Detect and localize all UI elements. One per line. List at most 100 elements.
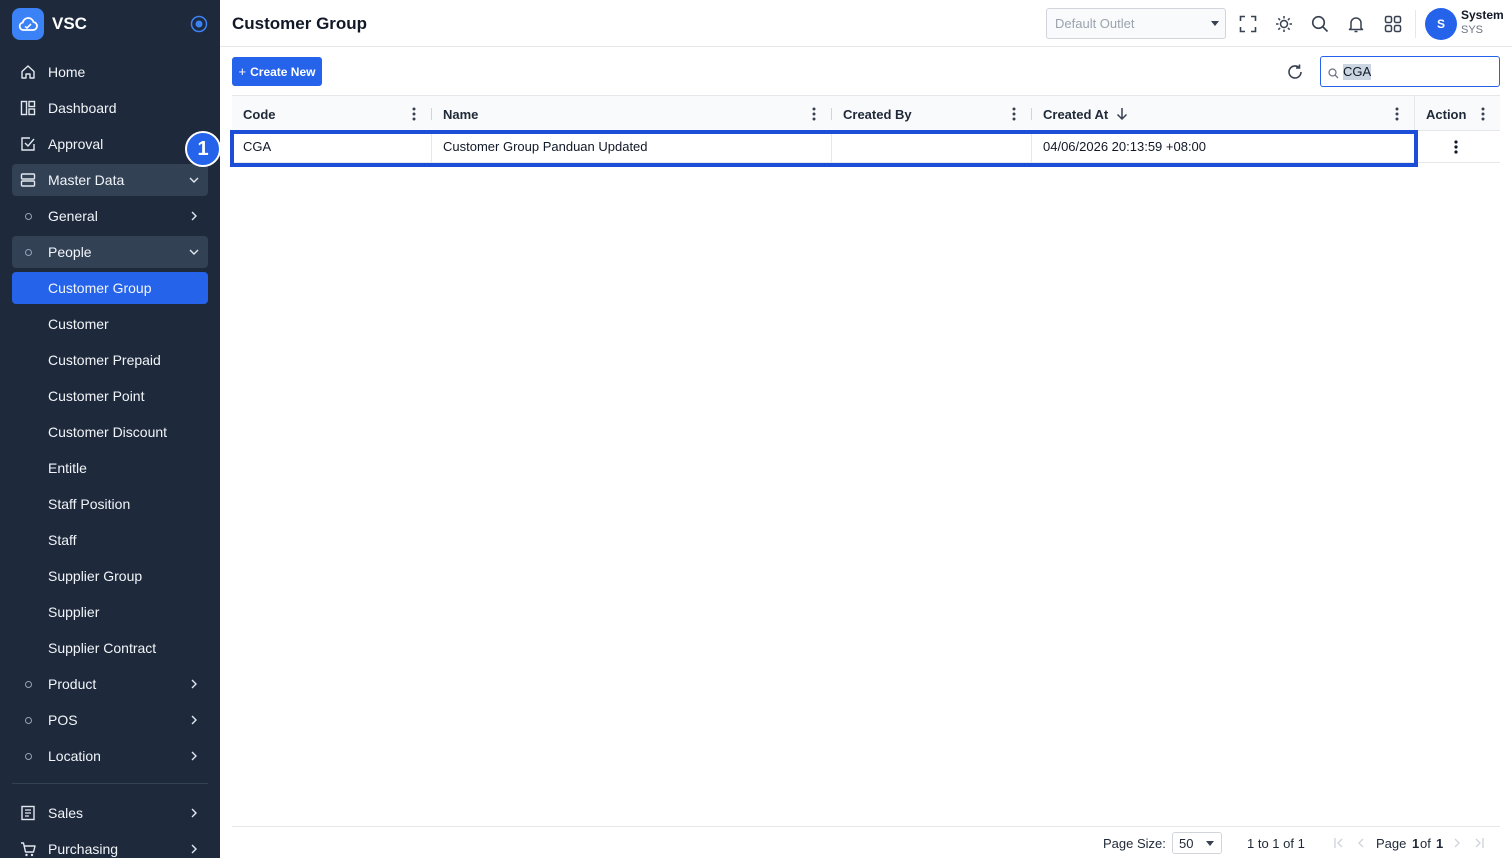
- refresh-icon[interactable]: [1285, 62, 1305, 82]
- checkbox-icon: [20, 136, 36, 152]
- chevron-right-icon: [188, 713, 200, 725]
- sidebar-item-supplier-contract[interactable]: Supplier Contract: [12, 632, 208, 664]
- cell-value: 04/06/2026 20:13:59 +08:00: [1043, 139, 1207, 154]
- sidebar-item-label: Location: [48, 748, 101, 764]
- column-menu-icon[interactable]: [1481, 107, 1485, 121]
- previous-page-icon[interactable]: [1354, 836, 1368, 850]
- chevron-down-icon: [188, 245, 200, 257]
- sidebar-item-general[interactable]: General: [12, 200, 208, 232]
- first-page-icon[interactable]: [1332, 836, 1346, 850]
- grid-header: Code Name Created By Created At Action: [232, 95, 1500, 131]
- total-pages: 1: [1436, 836, 1444, 851]
- sidebar-item-entitle[interactable]: Entitle: [12, 452, 208, 484]
- search-icon: [1328, 67, 1339, 79]
- data-grid: Code Name Created By Created At Action C…: [232, 95, 1500, 826]
- page-size-select[interactable]: 50: [1172, 832, 1222, 854]
- table-row[interactable]: CGA Customer Group Panduan Updated 04/06…: [232, 131, 1500, 163]
- sidebar-item-purchasing[interactable]: Purchasing: [12, 833, 208, 858]
- sidebar-item-label: Supplier Group: [48, 568, 143, 584]
- step-badge: 1: [185, 131, 221, 167]
- brand[interactable]: VSC: [12, 8, 208, 40]
- home-icon: [20, 64, 36, 80]
- search-box[interactable]: [1320, 56, 1500, 87]
- column-menu-icon[interactable]: [1395, 107, 1399, 121]
- chevron-right-icon: [188, 842, 200, 854]
- sidebar-item-pos[interactable]: POS: [12, 704, 208, 736]
- sidebar-item-staff[interactable]: Staff: [12, 524, 208, 556]
- sidebar-item-label: Customer Prepaid: [48, 352, 161, 368]
- search-icon[interactable]: [1310, 14, 1330, 34]
- sort-descending-icon[interactable]: [1116, 107, 1128, 121]
- apps-grid-icon[interactable]: [1383, 14, 1403, 34]
- sidebar-item-label: Entitle: [48, 460, 87, 476]
- sidebar-item-label: Customer Group: [48, 280, 152, 296]
- sidebar-item-master-data[interactable]: Master Data: [12, 164, 208, 196]
- chevron-down-icon: [188, 173, 200, 185]
- sidebar-item-supplier-group[interactable]: Supplier Group: [12, 560, 208, 592]
- bell-icon[interactable]: [1346, 14, 1366, 34]
- sidebar-item-customer[interactable]: Customer: [12, 308, 208, 340]
- column-header-label: Code: [243, 107, 276, 122]
- sidebar-item-sales[interactable]: Sales: [12, 797, 208, 829]
- create-new-button[interactable]: + Create New: [232, 57, 322, 86]
- sidebar-item-home[interactable]: Home: [12, 56, 208, 88]
- sidebar-item-label: Supplier Contract: [48, 640, 157, 656]
- create-new-label: Create New: [250, 64, 316, 79]
- sidebar-item-supplier[interactable]: Supplier: [12, 596, 208, 628]
- toolbar-separator: [1415, 10, 1416, 38]
- outlet-select[interactable]: Default Outlet: [1046, 8, 1226, 39]
- last-page-icon[interactable]: [1472, 836, 1486, 850]
- sidebar-item-staff-position[interactable]: Staff Position: [12, 488, 208, 520]
- page-title: Customer Group: [232, 14, 368, 33]
- row-action-menu-icon[interactable]: [1454, 140, 1458, 154]
- sidebar-item-label: Purchasing: [48, 841, 119, 857]
- row-range-summary: 1 to 1 of 1: [1247, 836, 1305, 851]
- cell-created-at[interactable]: 04/06/2026 20:13:59 +08:00: [1032, 131, 1415, 163]
- caret-down-icon: [1206, 841, 1214, 846]
- avatar[interactable]: S: [1425, 8, 1457, 40]
- sidebar-item-label: Staff Position: [48, 496, 131, 512]
- sidebar-item-approval[interactable]: Approval: [12, 128, 208, 160]
- sun-icon[interactable]: [1274, 14, 1294, 34]
- sidebar-item-people[interactable]: People: [12, 236, 208, 268]
- page-size-label: Page Size:: [1103, 836, 1166, 851]
- column-header-created-by[interactable]: Created By: [832, 96, 1032, 132]
- chevron-right-icon: [188, 749, 200, 761]
- sidebar-item-dashboard[interactable]: Dashboard: [12, 92, 208, 124]
- column-menu-icon[interactable]: [1012, 107, 1016, 121]
- sidebar-item-customer-point[interactable]: Customer Point: [12, 380, 208, 412]
- cell-created-by[interactable]: [832, 131, 1032, 163]
- column-menu-icon[interactable]: [812, 107, 816, 121]
- column-header-label: Action: [1426, 107, 1467, 122]
- receipt-icon: [20, 805, 36, 821]
- sidebar-item-customer-prepaid[interactable]: Customer Prepaid: [12, 344, 208, 376]
- cell-value: CGA: [243, 139, 272, 154]
- sidebar-item-label: POS: [48, 712, 78, 728]
- sidebar-item-label: Home: [48, 64, 86, 80]
- next-page-icon[interactable]: [1450, 836, 1464, 850]
- chevron-right-icon: [188, 806, 200, 818]
- column-header-name[interactable]: Name: [432, 96, 832, 132]
- sidebar-item-label: Dashboard: [48, 100, 117, 116]
- column-header-created-at[interactable]: Created At: [1032, 96, 1415, 132]
- caret-down-icon: [1211, 21, 1219, 26]
- column-header-action[interactable]: Action: [1415, 96, 1500, 132]
- sidebar-item-product[interactable]: Product: [12, 668, 208, 700]
- circle-icon: [20, 748, 36, 764]
- circle-icon: [20, 244, 36, 260]
- sidebar-item-location[interactable]: Location: [12, 740, 208, 772]
- cell-name[interactable]: Customer Group Panduan Updated: [432, 131, 832, 163]
- sidebar-item-label: Product: [48, 676, 97, 692]
- fullscreen-icon[interactable]: [1238, 14, 1258, 34]
- sidebar-item-label: Sales: [48, 805, 84, 821]
- circle-icon: [20, 712, 36, 728]
- sidebar-toggle-icon[interactable]: [190, 15, 208, 33]
- sidebar-item-customer-group[interactable]: Customer Group: [12, 272, 208, 304]
- column-header-label: Created At: [1043, 107, 1109, 122]
- chevron-right-icon: [188, 677, 200, 689]
- column-header-code[interactable]: Code: [232, 96, 432, 132]
- cell-code[interactable]: CGA: [232, 131, 432, 163]
- search-input[interactable]: [1343, 61, 1493, 81]
- sidebar-item-customer-discount[interactable]: Customer Discount: [12, 416, 208, 448]
- column-menu-icon[interactable]: [412, 107, 416, 121]
